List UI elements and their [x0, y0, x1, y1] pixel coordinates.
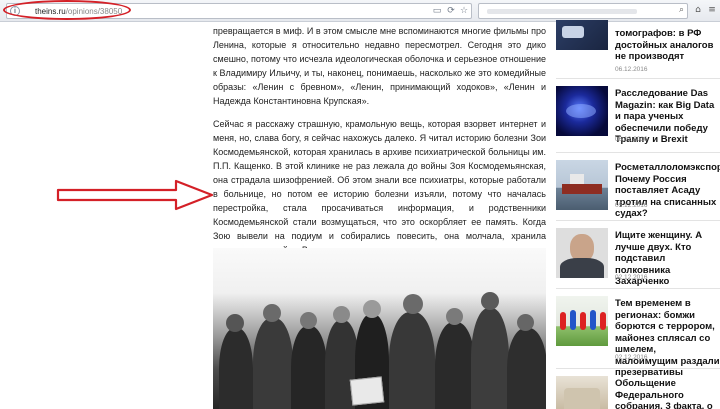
photo-figure	[219, 328, 253, 409]
photo-figure	[471, 308, 509, 409]
reader-view-icon[interactable]: ▭	[431, 5, 443, 17]
news-thumbnail[interactable]	[556, 86, 608, 136]
article-body: превращается в миф. И в этом смысле мне …	[213, 24, 546, 286]
photo-figure-head	[446, 308, 463, 325]
news-title[interactable]: Росметаллоломэкспорт. Почему Россия пост…	[615, 162, 720, 220]
photo-figure-head	[263, 304, 281, 322]
news-thumbnail[interactable]	[556, 296, 608, 346]
news-title[interactable]: Тем временем в регионах: бомжи борются с…	[615, 298, 720, 379]
photo-figure	[435, 322, 475, 409]
news-date: 02.12.2016	[615, 354, 648, 361]
news-item[interactable]: Росметаллоломэкспорт. Почему Россия пост…	[556, 160, 720, 220]
search-icon[interactable]: ⌕	[679, 5, 684, 15]
menu-icon[interactable]: ≡	[706, 4, 718, 16]
photo-figure-head	[403, 294, 423, 314]
news-item[interactable]: Тем временем в регионах: бомжи борются с…	[556, 296, 720, 378]
photo-figure-head	[363, 300, 381, 318]
photo-figure	[507, 328, 546, 409]
search-bar[interactable]: ⌕	[478, 3, 688, 19]
news-title[interactable]: Обольщение Федерального собрания. 3 факт…	[615, 378, 720, 409]
photo-figure	[291, 326, 327, 409]
news-thumbnail[interactable]	[556, 20, 608, 50]
photo-figure	[389, 312, 435, 409]
news-item[interactable]: томографов: в РФ достойных аналогов не п…	[556, 20, 720, 74]
news-item[interactable]: Обольщение Федерального собрания. 3 факт…	[556, 376, 720, 409]
news-thumbnail[interactable]	[556, 228, 608, 278]
divider	[556, 152, 720, 153]
divider	[556, 78, 720, 79]
news-item[interactable]: Расследование Das Magazin: как Big Data …	[556, 86, 720, 145]
divider	[556, 368, 720, 369]
photo-figure-head	[226, 314, 244, 332]
photo-figure-head	[300, 312, 317, 329]
news-thumbnail[interactable]	[556, 376, 608, 409]
url-highlight-annotation	[3, 0, 131, 20]
photo-figure-head	[333, 306, 350, 323]
news-date: 02.12.2016	[615, 274, 648, 281]
divider	[556, 288, 720, 289]
reload-icon[interactable]: ⟳	[445, 5, 457, 17]
home-icon[interactable]: ⌂	[692, 4, 704, 16]
news-item[interactable]: Ищите женщину. А лучше двух. Кто подстав…	[556, 228, 720, 287]
divider	[556, 220, 720, 221]
news-date: 05.12.2016	[615, 202, 648, 209]
news-thumbnail[interactable]	[556, 160, 608, 210]
photo-figure-head	[517, 314, 534, 331]
photo-figure-head	[481, 292, 499, 310]
arrow-annotation	[56, 179, 214, 211]
news-date: 06.12.2016	[615, 136, 648, 143]
news-title[interactable]: томографов: в РФ достойных аналогов не п…	[615, 28, 720, 63]
news-date: 06.12.2016	[615, 66, 648, 73]
article-photo[interactable]	[213, 248, 546, 409]
search-bar-content	[487, 9, 637, 14]
bookmark-star-icon[interactable]: ☆	[458, 5, 470, 17]
photo-figure	[253, 318, 293, 409]
photo-placard	[349, 376, 385, 406]
article-paragraph: превращается в миф. И в этом смысле мне …	[213, 26, 546, 107]
